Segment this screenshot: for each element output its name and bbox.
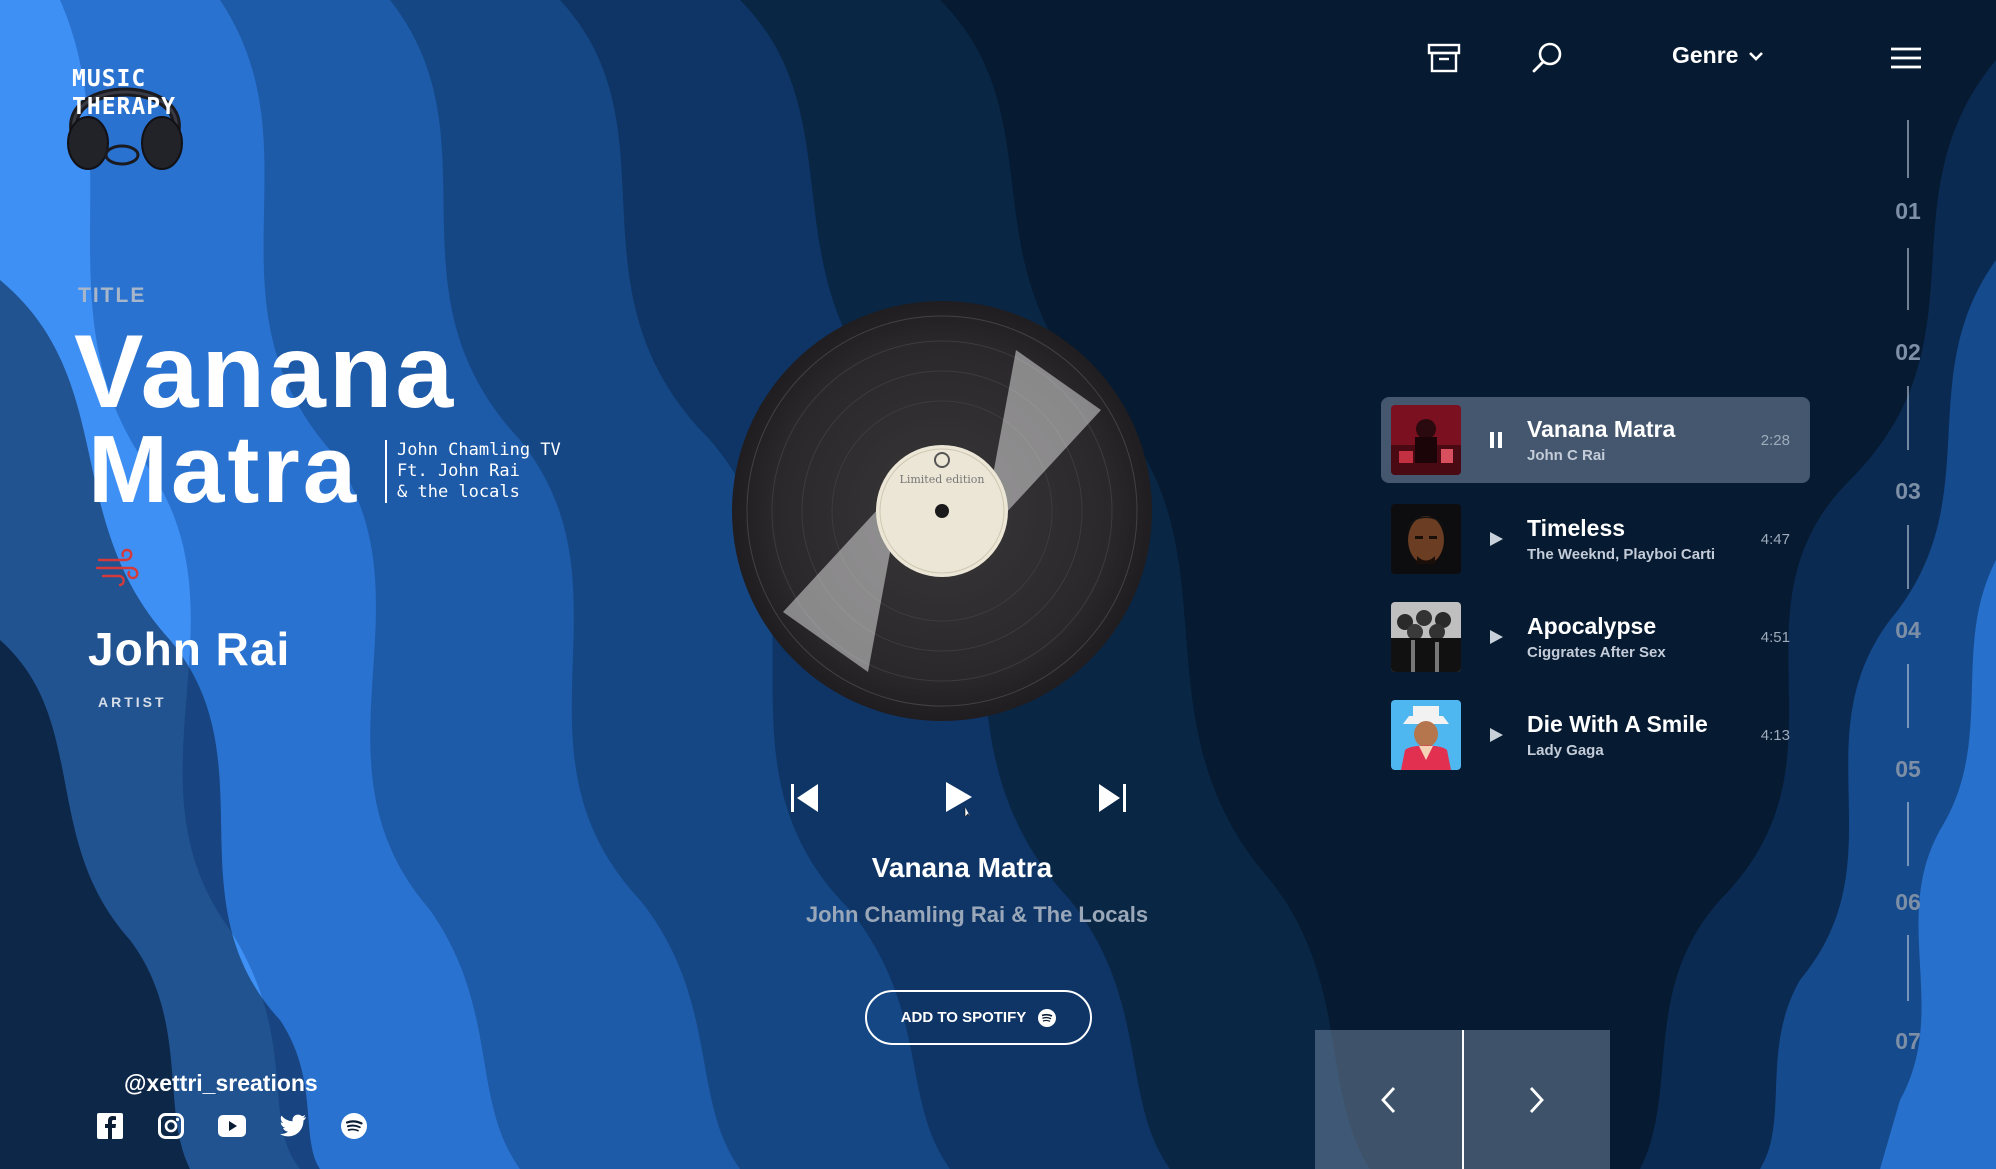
now-playing-title: Vanana Matra (871, 852, 1053, 883)
artist-label: ARTIST (98, 694, 167, 710)
instagram-icon[interactable] (157, 1112, 185, 1140)
vinyl-record: Limited edition (732, 301, 1152, 721)
track-duration: 4:51 (1760, 628, 1790, 646)
page-number[interactable]: 01 (1880, 198, 1936, 225)
credit-line: John Chamling TV (397, 440, 561, 460)
search-icon[interactable] (1527, 38, 1567, 78)
logo-line-therapy: THERAPY (72, 94, 176, 120)
youtube-icon[interactable] (218, 1112, 246, 1140)
artist-name: John Rai (88, 623, 291, 675)
facebook-icon[interactable] (96, 1112, 124, 1140)
menu-icon[interactable] (1886, 38, 1926, 78)
archive-icon[interactable] (1424, 38, 1464, 78)
page-number[interactable]: 04 (1880, 617, 1936, 644)
genre-dropdown[interactable]: Genre (1672, 42, 1764, 69)
credit-line: & the locals (397, 482, 520, 502)
play-icon[interactable] (1483, 530, 1509, 548)
add-to-spotify-button[interactable]: ADD TO SPOTIFY (865, 990, 1092, 1045)
track-duration: 2:28 (1760, 431, 1790, 449)
play-button[interactable] (936, 776, 980, 820)
rail-divider (1907, 802, 1909, 866)
track-title: Apocalypse (1527, 613, 1657, 639)
track-duration: 4:13 (1760, 726, 1790, 744)
rail-divider (1907, 386, 1909, 450)
record-label-text: Limited edition (900, 473, 985, 486)
twitter-icon[interactable] (279, 1112, 307, 1140)
track-title: Die With A Smile (1527, 711, 1708, 737)
page-number[interactable]: 03 (1880, 478, 1936, 505)
rail-divider (1907, 120, 1909, 178)
wind-icon (95, 546, 141, 593)
track-artist: Lady Gaga (1527, 742, 1604, 759)
track-title: Vanana Matra (1527, 416, 1676, 442)
next-page-button[interactable] (1464, 1030, 1611, 1169)
song-title-line2: Matra (88, 416, 360, 523)
chevron-down-icon (1749, 51, 1764, 61)
title-section-label: TITLE (78, 284, 147, 307)
page-number[interactable]: 07 (1880, 1028, 1936, 1055)
brand-logo[interactable]: MUSIC THERAPY (60, 45, 190, 185)
social-handle: @xettri_sreations (124, 1070, 318, 1096)
add-to-spotify-label: ADD TO SPOTIFY (900, 1009, 1027, 1026)
song-credits: John Chamling TV Ft. John Rai & the loca… (385, 440, 561, 503)
rail-divider (1907, 525, 1909, 589)
track-artist: John C Rai (1527, 447, 1606, 464)
album-cover (1391, 700, 1461, 770)
album-cover (1391, 602, 1461, 672)
track-artist: Ciggrates After Sex (1527, 644, 1666, 661)
chevron-right-icon (1529, 1086, 1544, 1113)
track-title: Timeless (1527, 515, 1626, 541)
track-duration: 4:47 (1760, 530, 1790, 548)
previous-button[interactable] (783, 776, 827, 820)
playlist-track[interactable]: Timeless The Weeknd, Playboi Carti 4:47 (1381, 496, 1810, 582)
album-cover (1391, 405, 1461, 475)
cursor-icon (964, 807, 970, 816)
pause-icon[interactable] (1483, 431, 1509, 449)
page-number[interactable]: 02 (1880, 339, 1936, 366)
rail-divider (1907, 935, 1909, 1001)
page-number[interactable]: 06 (1880, 889, 1936, 916)
spotify-icon (1038, 1008, 1057, 1027)
spotify-icon[interactable] (340, 1112, 368, 1140)
play-icon[interactable] (1483, 726, 1509, 744)
logo-line-music: MUSIC (72, 66, 147, 92)
playlist-track[interactable]: Vanana Matra John C Rai 2:28 (1381, 397, 1810, 483)
rail-divider (1907, 248, 1909, 310)
genre-label: Genre (1672, 42, 1739, 68)
next-button[interactable] (1090, 776, 1134, 820)
play-icon[interactable] (1483, 628, 1509, 646)
pager (1315, 1030, 1610, 1169)
album-cover (1391, 504, 1461, 574)
now-playing-artist: John Chamling Rai & The Locals (805, 902, 1149, 927)
playlist-track[interactable]: Die With A Smile Lady Gaga 4:13 (1381, 692, 1810, 778)
credit-line: Ft. John Rai (397, 461, 520, 481)
page-number[interactable]: 05 (1880, 756, 1936, 783)
chevron-left-icon (1381, 1086, 1396, 1113)
track-artist: The Weeknd, Playboi Carti (1527, 546, 1716, 563)
social-links (96, 1112, 368, 1140)
previous-page-button[interactable] (1315, 1030, 1462, 1169)
rail-divider (1907, 664, 1909, 728)
playlist-track[interactable]: Apocalypse Ciggrates After Sex 4:51 (1381, 594, 1810, 680)
